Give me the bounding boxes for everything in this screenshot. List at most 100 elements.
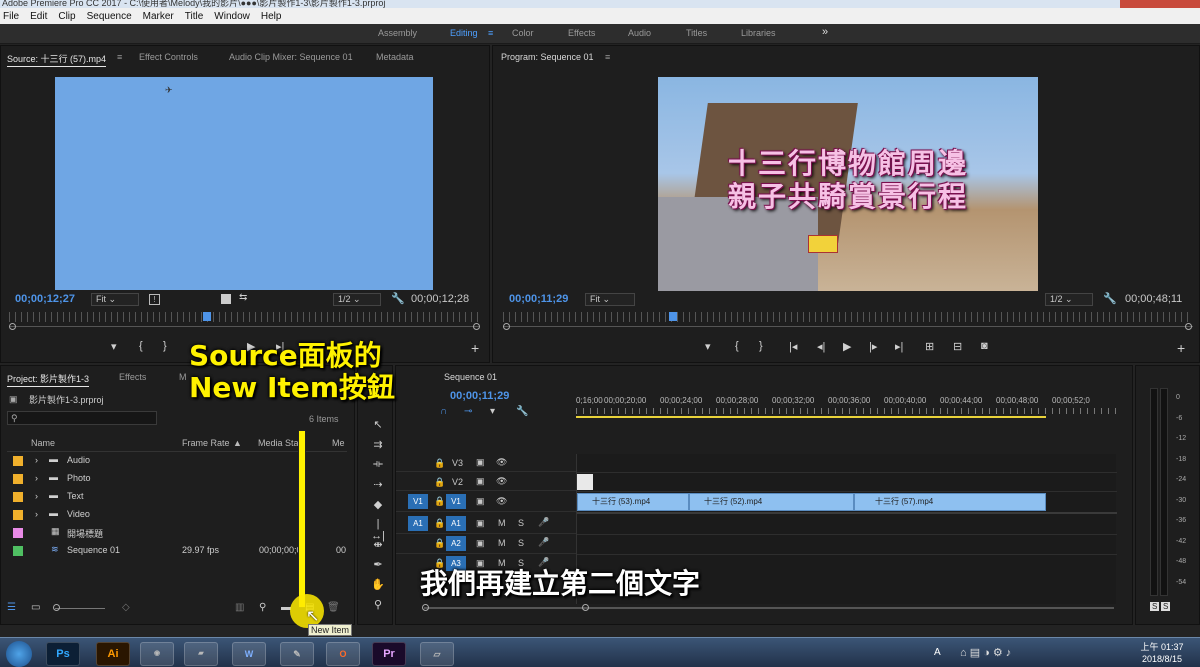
program-lift-icon[interactable]: ⊞ xyxy=(925,340,934,353)
menu-clip[interactable]: Clip xyxy=(58,11,75,22)
program-step-forward-icon[interactable]: |▸ xyxy=(869,340,877,353)
taskbar-photoshop[interactable]: Ps xyxy=(46,642,80,666)
work-area-bar[interactable] xyxy=(576,416,1046,418)
workspace-effects[interactable]: Effects xyxy=(568,28,595,38)
project-search-input[interactable]: ⚲ xyxy=(7,411,157,425)
program-play-icon[interactable]: ▶ xyxy=(843,340,851,353)
program-go-to-out-icon[interactable]: ▸| xyxy=(895,340,903,353)
timeline-ruler[interactable]: 0;16;00 00;00;20;00 00;00;24;00 00;00;28… xyxy=(576,396,1116,418)
source-patch-v1[interactable]: V1 xyxy=(408,494,428,509)
project-row-audio[interactable]: › ▬ Audio xyxy=(7,452,347,470)
timeline-timecode[interactable]: 00;00;11;29 xyxy=(450,390,509,402)
tab-audio-clip-mixer[interactable]: Audio Clip Mixer: Sequence 01 xyxy=(229,52,353,62)
zoom-slider[interactable] xyxy=(55,608,105,609)
source-add-marker-icon[interactable]: ▾ xyxy=(111,340,117,353)
project-row-title[interactable]: ▦ 開場標題 xyxy=(7,524,347,542)
source-add-button-icon[interactable]: + xyxy=(471,340,479,356)
program-playhead[interactable] xyxy=(669,312,677,321)
timeline-scroll-handle-right[interactable] xyxy=(582,604,589,611)
workspace-menu-icon[interactable]: ≡ xyxy=(488,28,493,38)
zoom-tool-icon[interactable]: ⚲ xyxy=(370,598,386,614)
source-tab-menu-icon[interactable]: ≡ xyxy=(117,52,122,62)
source-resolution-select[interactable]: 1/2 ⌄ xyxy=(333,293,381,306)
eye-icon[interactable]: 👁 xyxy=(496,457,507,468)
program-mark-out-icon[interactable]: } xyxy=(759,340,763,352)
linked-selection-icon[interactable]: ⊸ xyxy=(464,406,472,417)
source-fit-select[interactable]: Fit ⌄ xyxy=(91,293,139,306)
sort-ascending-icon[interactable]: ▲ xyxy=(233,438,242,448)
track-select-tool-icon[interactable]: ⇉ xyxy=(370,438,386,454)
solo-left-button[interactable]: S xyxy=(1150,602,1160,611)
timeline-settings-icon[interactable]: 🔧 xyxy=(516,406,528,417)
mute-button[interactable]: M xyxy=(498,538,506,548)
clear-icon[interactable]: 🗑 xyxy=(327,602,340,613)
program-zoom-handle-right[interactable] xyxy=(1185,323,1192,330)
timeline-scroll-handle-left[interactable] xyxy=(422,604,429,611)
project-row-sequence[interactable]: ≋ Sequence 01 29.97 fps 00;00;00;0 00 xyxy=(7,542,347,560)
slide-tool-icon[interactable]: ⇼ xyxy=(370,538,386,554)
track-target-v1[interactable]: V1 xyxy=(446,494,466,509)
menu-help[interactable]: Help xyxy=(261,11,282,22)
rate-stretch-tool-icon[interactable]: ⇢ xyxy=(370,478,386,494)
mic-icon[interactable]: 🎤 xyxy=(538,537,549,548)
taskbar-clock[interactable]: 上午 01:37 2018/8/15 xyxy=(1136,641,1188,665)
icon-view-icon[interactable]: ▭ xyxy=(31,602,40,613)
expand-arrow-icon[interactable]: › xyxy=(35,509,38,519)
column-frame-rate[interactable]: Frame Rate xyxy=(182,438,230,448)
tab-metadata[interactable]: Metadata xyxy=(376,52,414,62)
program-add-button-icon[interactable]: + xyxy=(1177,340,1185,356)
hand-tool-icon[interactable]: ✋ xyxy=(370,578,386,594)
zoom-slider-handle[interactable] xyxy=(53,604,60,611)
title-clip-v2[interactable] xyxy=(577,474,593,490)
taskbar-word[interactable]: W xyxy=(232,642,266,666)
source-playhead[interactable] xyxy=(203,312,211,321)
start-button[interactable] xyxy=(6,641,32,667)
project-row-text[interactable]: › ▬ Text xyxy=(7,488,347,506)
program-time-ruler[interactable] xyxy=(503,312,1193,322)
lock-icon[interactable]: 🔒 xyxy=(434,496,445,507)
program-fit-select[interactable]: Fit ⌄ xyxy=(585,293,635,306)
source-wrench-icon[interactable]: 🔧 xyxy=(391,292,405,305)
source-zoom-handle-right[interactable] xyxy=(473,323,480,330)
menu-title[interactable]: Title xyxy=(185,11,204,22)
expand-arrow-icon[interactable]: › xyxy=(35,455,38,465)
solo-right-button[interactable]: S xyxy=(1161,602,1171,611)
workspace-audio[interactable]: Audio xyxy=(628,28,651,38)
lock-icon[interactable]: 🔒 xyxy=(434,518,445,529)
taskbar-premiere[interactable]: Pr xyxy=(372,642,406,666)
source-zoom-handle-left[interactable] xyxy=(9,323,16,330)
sync-lock-icon[interactable]: ▣ xyxy=(476,496,485,507)
program-extract-icon[interactable]: ⊟ xyxy=(953,340,962,353)
program-mark-in-icon[interactable]: { xyxy=(735,340,739,352)
snap-icon[interactable]: ∩ xyxy=(440,406,447,417)
menu-sequence[interactable]: Sequence xyxy=(87,11,132,22)
menu-edit[interactable]: Edit xyxy=(30,11,47,22)
selection-tool-icon[interactable]: ↖ xyxy=(370,418,386,434)
eye-icon[interactable]: 👁 xyxy=(496,476,507,487)
taskbar-office[interactable]: O xyxy=(326,642,360,666)
window-controls[interactable] xyxy=(1120,0,1200,8)
track-target-a2[interactable]: A2 xyxy=(446,536,466,551)
tray-icons[interactable]: ⌂ ▤ ◑ ⚙ ♪ xyxy=(960,646,1011,659)
sort-icons-icon[interactable]: ◇ xyxy=(122,602,130,613)
ime-indicator[interactable]: A xyxy=(934,647,941,658)
menu-window[interactable]: Window xyxy=(214,11,250,22)
pen-tool-icon[interactable]: ✒ xyxy=(370,558,386,574)
workspace-color[interactable]: Color xyxy=(512,28,534,38)
program-scrub-bar[interactable] xyxy=(503,326,1193,327)
tab-program[interactable]: Program: Sequence 01 xyxy=(501,52,594,63)
clip-v1-2[interactable]: 十三行 (52).mp4 xyxy=(689,493,854,511)
mute-button[interactable]: M xyxy=(498,518,506,528)
program-export-frame-icon[interactable]: ◙ xyxy=(981,340,988,352)
razor-tool-icon[interactable]: ◆ xyxy=(370,498,386,514)
eye-icon[interactable]: 👁 xyxy=(496,496,507,507)
source-settings-icon[interactable]: ! xyxy=(149,294,160,305)
source-mark-out-icon[interactable]: } xyxy=(163,340,167,352)
source-timecode-in[interactable]: 00;00;12;27 xyxy=(15,293,75,305)
automate-to-sequence-icon[interactable]: ▥ xyxy=(235,602,244,613)
sync-lock-icon[interactable]: ▣ xyxy=(476,457,485,468)
taskbar-explorer[interactable]: ▰ xyxy=(184,642,218,666)
tab-source[interactable]: Source: 十三行 (57).mp4 xyxy=(7,52,107,67)
list-view-icon[interactable]: ☰ xyxy=(7,602,16,613)
workspace-assembly[interactable]: Assembly xyxy=(378,28,417,38)
